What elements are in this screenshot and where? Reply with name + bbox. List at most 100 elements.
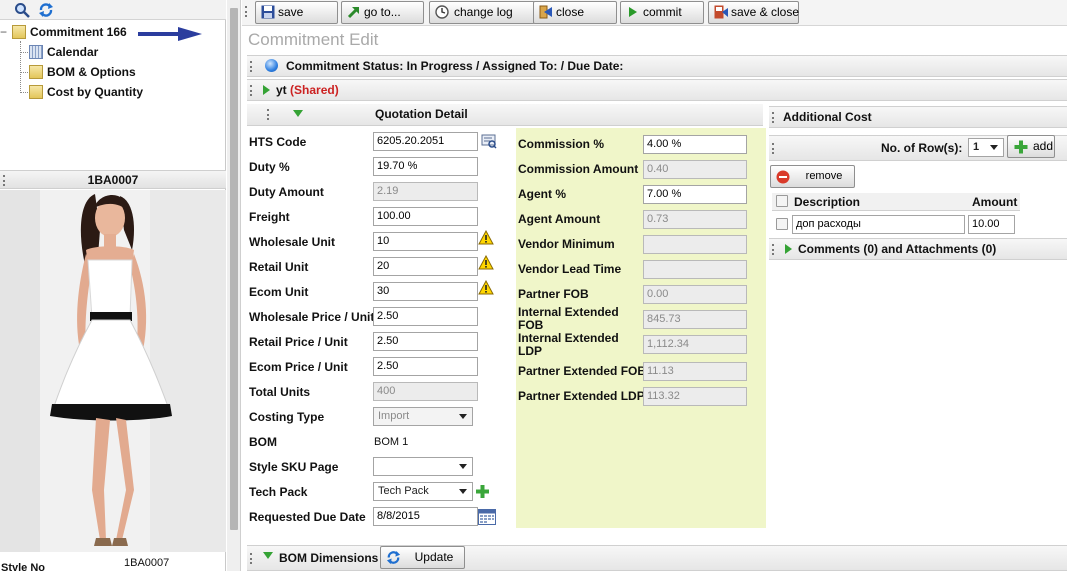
total-units-label: Total Units (249, 385, 311, 399)
remove-icon (776, 170, 790, 184)
requested-due-date-input[interactable]: 8/8/2015 (373, 507, 478, 526)
add-row-button[interactable]: add (1007, 135, 1055, 158)
costing-type-select[interactable]: Import (373, 407, 473, 426)
left-panel: − Commitment 166 Calendar BOM & Options C… (0, 0, 226, 571)
drag-handle-icon[interactable] (245, 6, 247, 17)
select-all-checkbox[interactable] (776, 195, 788, 207)
commission-amount-field: 0.40 (643, 160, 747, 179)
wholesale-unit-input[interactable]: 10 (373, 232, 478, 251)
floppy-disk-icon (261, 5, 275, 19)
expand-icon[interactable] (263, 85, 270, 95)
duty-pct-input[interactable]: 19.70 % (373, 157, 478, 176)
retail-price-input[interactable]: 2.50 (373, 332, 478, 351)
drag-handle-icon[interactable] (3, 175, 5, 186)
style-panel-header: 1BA0007 (0, 170, 226, 189)
lookup-icon[interactable] (481, 133, 497, 149)
shared-tag: (Shared) (290, 83, 339, 97)
internal-ext-fob-label: Internal Extended FOB (518, 305, 619, 332)
save-button[interactable]: save (255, 1, 338, 24)
tree-item-bom-options[interactable]: BOM & Options (29, 63, 136, 81)
retail-unit-input[interactable]: 20 (373, 257, 478, 276)
calendar-picker-icon[interactable] (478, 508, 496, 525)
remove-label: remove (805, 170, 843, 182)
close-button[interactable]: close (533, 1, 617, 24)
style-sku-page-select[interactable] (373, 457, 473, 476)
update-button[interactable]: Update (380, 546, 465, 569)
drag-handle-icon[interactable] (267, 109, 269, 120)
bom-value: BOM 1 (374, 436, 409, 448)
change-log-button[interactable]: change log (429, 1, 535, 24)
drag-handle-icon[interactable] (250, 61, 252, 72)
add-plus-icon (1014, 140, 1028, 154)
scrollbar-thumb[interactable] (230, 8, 238, 530)
comments-attachments-bar[interactable]: Comments (0) and Attachments (0) (769, 238, 1067, 260)
commission-pct-input[interactable]: 4.00 % (643, 135, 747, 154)
panel-splitter[interactable] (227, 0, 241, 571)
retail-price-label: Retail Price / Unit (249, 335, 348, 349)
play-icon (629, 7, 637, 17)
partner-ext-fob-label: Partner Extended FOB (518, 364, 647, 378)
chevron-down-icon (459, 464, 467, 469)
row-amount-input[interactable]: 10.00 (968, 215, 1015, 234)
costing-type-value: Import (378, 410, 410, 422)
row-checkbox[interactable] (776, 218, 788, 230)
collapse-icon[interactable] (263, 552, 273, 559)
rows-label: No. of Row(s): (881, 141, 963, 155)
vendor-lead-time-label: Vendor Lead Time (518, 262, 622, 276)
ecom-unit-input[interactable]: 30 (373, 282, 478, 301)
duty-amount-label: Duty Amount (249, 185, 324, 199)
bom-dimensions-title: BOM Dimensions (279, 551, 379, 565)
commit-button[interactable]: commit (620, 1, 704, 24)
drag-handle-icon[interactable] (772, 143, 774, 154)
freight-input[interactable]: 100.00 (373, 207, 478, 226)
vendor-minimum-field (643, 235, 747, 254)
style-photo (0, 190, 226, 552)
remove-row-button[interactable]: remove (770, 165, 855, 188)
tree-root[interactable]: − Commitment 166 (0, 23, 127, 41)
tree-item-cost-by-quantity[interactable]: Cost by Quantity (29, 83, 143, 101)
duty-amount-field: 2.19 (373, 182, 478, 201)
agent-pct-input[interactable]: 7.00 % (643, 185, 747, 204)
partner-fob-label: Partner FOB (518, 287, 589, 301)
page-title: Commitment Edit (248, 30, 379, 49)
requested-due-date-label: Requested Due Date (249, 510, 366, 524)
hts-code-label: HTS Code (249, 135, 307, 149)
search-icon[interactable] (14, 2, 30, 18)
drag-handle-icon[interactable] (772, 112, 774, 123)
expand-icon[interactable] (785, 244, 792, 254)
quotation-detail-bar[interactable]: Quotation Detail (247, 104, 763, 126)
save-close-button[interactable]: save & close (708, 1, 799, 24)
hts-code-input[interactable]: 6205.20.2051 (373, 132, 478, 151)
save-close-icon (714, 5, 728, 19)
goto-button[interactable]: go to... (341, 1, 424, 24)
refresh-icon[interactable] (38, 2, 54, 18)
vendor-lead-time-field (643, 260, 747, 279)
shared-section-bar[interactable]: yt (Shared) (247, 79, 1067, 101)
row-description-input[interactable]: доп расходы (792, 215, 965, 234)
total-units-field: 400 (373, 382, 478, 401)
wholesale-price-input[interactable]: 2.50 (373, 307, 478, 326)
agent-amount-field: 0.73 (643, 210, 747, 229)
tree-item-calendar[interactable]: Calendar (29, 43, 98, 61)
commission-amount-label: Commission Amount (518, 162, 639, 176)
rows-count-select[interactable]: 1 (968, 138, 1004, 157)
vendor-minimum-label: Vendor Minimum (518, 237, 615, 251)
collapse-toggle-icon[interactable]: − (0, 23, 10, 41)
collapse-icon[interactable] (293, 110, 303, 117)
status-text: Commitment Status: In Progress / Assigne… (286, 59, 624, 73)
tree-item-label: BOM & Options (47, 65, 136, 79)
rows-count-value: 1 (973, 141, 980, 153)
add-label: add (1032, 139, 1054, 153)
chevron-down-icon (459, 489, 467, 494)
drag-handle-icon[interactable] (250, 553, 252, 564)
tech-pack-select[interactable]: Tech Pack (373, 482, 473, 501)
partner-ext-fob-field: 11.13 (643, 362, 747, 381)
ecom-price-input[interactable]: 2.50 (373, 357, 478, 376)
additional-cost-title: Additional Cost (783, 110, 872, 124)
drag-handle-icon[interactable] (250, 85, 252, 96)
left-toolbar (0, 0, 226, 20)
bom-dimensions-bar[interactable]: BOM Dimensions (247, 545, 1067, 571)
drag-handle-icon[interactable] (772, 244, 774, 255)
pointer-arrow-icon (138, 27, 202, 41)
add-plus-icon[interactable] (475, 484, 490, 499)
